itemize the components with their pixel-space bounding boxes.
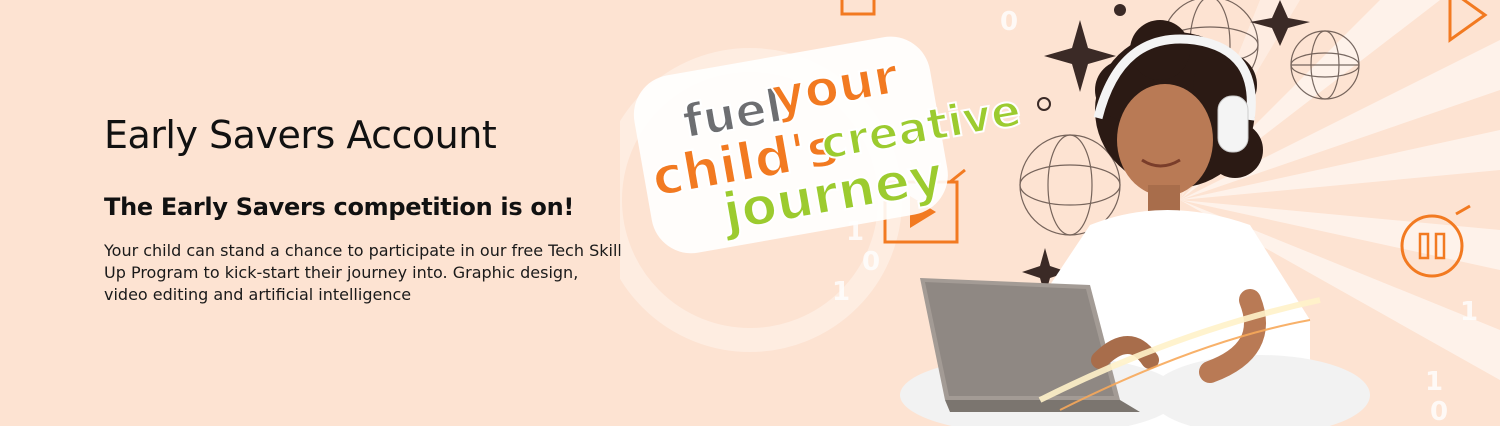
hero-illustration: 1 0 1 1 0 1 0 fuel your child's creative… [620, 0, 1500, 426]
svg-text:1: 1 [1425, 367, 1443, 397]
hero-description: Your child can stand a chance to partici… [104, 241, 622, 304]
hero-subtitle: The Early Savers competition is on! [104, 193, 575, 221]
svg-text:0: 0 [862, 247, 880, 277]
hero-banner: Early Savers Account The Early Savers co… [0, 0, 1500, 426]
svg-text:1: 1 [832, 277, 850, 307]
campaign-logo: fuel your child's creative journey [633, 36, 1026, 254]
svg-text:0: 0 [1000, 7, 1018, 37]
svg-text:0: 0 [1430, 397, 1448, 426]
page-title: Early Savers Account [104, 113, 497, 157]
svg-text:1: 1 [1460, 297, 1478, 327]
hero-text: Early Savers Account The Early Savers co… [104, 112, 644, 306]
